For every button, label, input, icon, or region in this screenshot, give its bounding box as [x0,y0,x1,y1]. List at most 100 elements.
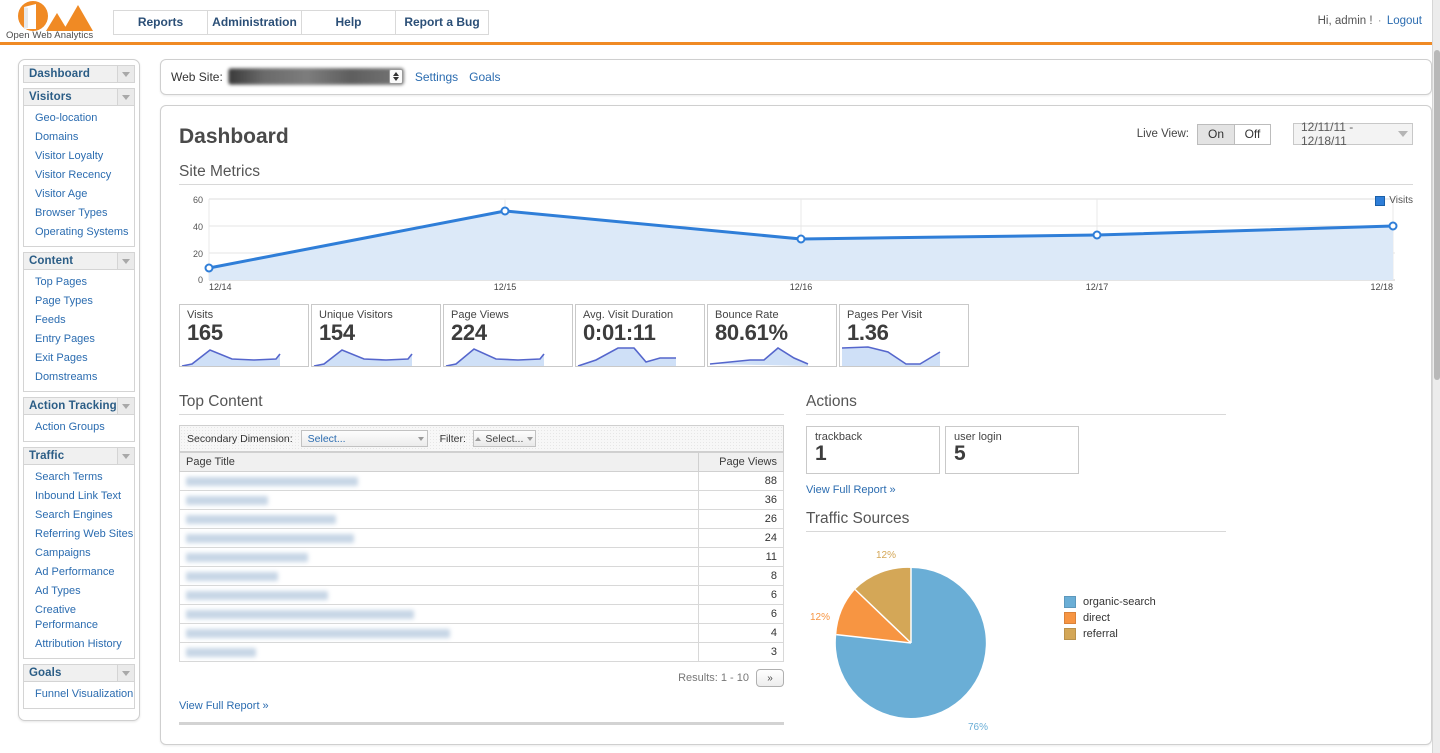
nav-reports[interactable]: Reports [113,10,207,35]
website-select-wrapper[interactable] [228,68,404,87]
live-view-off-button[interactable]: Off [1234,124,1271,145]
cell-page-title[interactable] [180,491,699,510]
chevron-down-icon[interactable] [117,89,134,105]
metric-value: 1.36 [840,321,968,344]
nav-help[interactable]: Help [301,10,395,35]
table-row[interactable]: 36 [180,491,784,510]
page-scrollbar[interactable] [1432,0,1440,753]
nav-administration[interactable]: Administration [207,10,301,35]
table-row[interactable]: 8 [180,567,784,586]
sidebar-item-search-engines[interactable]: Search Engines [24,506,134,525]
table-row[interactable]: 3 [180,643,784,662]
secondary-dimension-select[interactable]: Select... [301,430,428,447]
column-header-page-views[interactable]: Page Views [699,453,784,472]
table-row[interactable]: 26 [180,510,784,529]
sidebar-section-header-action-tracking[interactable]: Action Tracking [23,397,135,415]
divider [179,184,1413,185]
chevron-down-icon[interactable] [117,398,134,414]
site-settings-link[interactable]: Settings [415,70,458,84]
site-goals-link[interactable]: Goals [469,70,500,84]
stepper-arrows-icon[interactable] [389,69,403,84]
cell-page-title[interactable] [180,643,699,662]
sidebar-item-inbound-link-text[interactable]: Inbound Link Text [24,487,134,506]
sidebar-section-header-traffic[interactable]: Traffic [23,447,135,465]
website-selector-bar: Web Site: Settings Goals [160,59,1432,95]
top-content-view-full-report-link[interactable]: View Full Report » [179,700,269,712]
table-row[interactable]: 11 [180,548,784,567]
svg-text:12%: 12% [810,612,830,623]
svg-text:12/15: 12/15 [494,282,517,291]
sidebar-item-geo-location[interactable]: Geo-location [24,109,134,128]
cell-page-title[interactable] [180,624,699,643]
next-page-button[interactable]: » [756,669,784,687]
table-row[interactable]: 24 [180,529,784,548]
cell-page-title[interactable] [180,586,699,605]
sidebar-item-campaigns[interactable]: Campaigns [24,544,134,563]
sidebar-item-domains[interactable]: Domains [24,128,134,147]
filter-select[interactable]: Select... [473,430,536,447]
app-logo[interactable]: Open Web Analytics [2,0,112,45]
nav-report-a-bug[interactable]: Report a Bug [395,10,489,35]
sidebar-item-entry-pages[interactable]: Entry Pages [24,330,134,349]
cell-page-views: 11 [699,548,784,567]
scrollbar-thumb[interactable] [1434,50,1440,380]
sidebar-item-page-types[interactable]: Page Types [24,292,134,311]
sidebar-item-feeds[interactable]: Feeds [24,311,134,330]
chevron-down-icon[interactable] [117,448,134,464]
table-row[interactable]: 6 [180,605,784,624]
metric-card-avg-visit-duration[interactable]: Avg. Visit Duration 0:01:11 [575,304,705,367]
sidebar-item-attribution-history[interactable]: Attribution History [24,635,134,654]
sidebar-section-visitors: Visitors Geo-location Domains Visitor Lo… [23,88,135,247]
action-card-user-login[interactable]: user login 5 [945,426,1079,474]
sidebar-item-funnel-visualization[interactable]: Funnel Visualization [24,685,134,704]
sidebar-item-domstreams[interactable]: Domstreams [24,368,134,387]
sidebar-item-visitor-age[interactable]: Visitor Age [24,185,134,204]
sidebar-item-creative-performance[interactable]: Creative Performance [24,601,134,635]
sidebar-item-top-pages[interactable]: Top Pages [24,273,134,292]
sidebar-section-header-content[interactable]: Content [23,252,135,270]
metric-card-page-views[interactable]: Page Views 224 [443,304,573,367]
cell-page-title[interactable] [180,472,699,491]
chevron-down-icon[interactable] [117,665,134,681]
metric-card-pages-per-visit[interactable]: Pages Per Visit 1.36 [839,304,969,367]
website-select[interactable] [228,68,404,85]
cell-page-title[interactable] [180,548,699,567]
sidebar-item-visitor-recency[interactable]: Visitor Recency [24,166,134,185]
table-row[interactable]: 88 [180,472,784,491]
sidebar-item-action-groups[interactable]: Action Groups [24,418,134,437]
sidebar-item-ad-performance[interactable]: Ad Performance [24,563,134,582]
column-header-page-title[interactable]: Page Title [180,453,699,472]
dashboard-lower-area: Top Content Secondary Dimension: Select.… [179,379,1413,738]
sidebar-item-search-terms[interactable]: Search Terms [24,468,134,487]
legend-label-organic-search: organic-search [1083,596,1156,608]
sidebar-section-header-goals[interactable]: Goals [23,664,135,682]
chevron-down-icon[interactable] [117,253,134,269]
chevron-down-icon[interactable] [117,66,134,82]
sidebar-section-header-visitors[interactable]: Visitors [23,88,135,106]
actions-view-full-report-link[interactable]: View Full Report » [806,484,896,496]
sidebar-item-exit-pages[interactable]: Exit Pages [24,349,134,368]
logout-link[interactable]: Logout [1387,15,1422,27]
cell-page-title[interactable] [180,529,699,548]
sidebar-item-visitor-loyalty[interactable]: Visitor Loyalty [24,147,134,166]
metric-card-unique-visitors[interactable]: Unique Visitors 154 [311,304,441,367]
sidebar-item-referring-web-sites[interactable]: Referring Web Sites [24,525,134,544]
cell-page-title[interactable] [180,567,699,586]
sidebar-item-browser-types[interactable]: Browser Types [24,204,134,223]
table-row[interactable]: 6 [180,586,784,605]
sidebar-item-dashboard[interactable]: Dashboard [23,65,135,83]
cell-page-views: 3 [699,643,784,662]
sidebar-item-operating-systems[interactable]: Operating Systems [24,223,134,242]
cell-page-title[interactable] [180,510,699,529]
metric-card-visits[interactable]: Visits 165 [179,304,309,367]
date-range-picker[interactable]: 12/11/11 - 12/18/11 [1293,123,1413,145]
chevron-down-icon [418,437,424,441]
sidebar-section-goals: Goals Funnel Visualization [23,664,135,709]
metric-card-bounce-rate[interactable]: Bounce Rate 80.61% [707,304,837,367]
table-row[interactable]: 4 [180,624,784,643]
live-view-toggle: On Off [1197,124,1271,145]
cell-page-title[interactable] [180,605,699,624]
live-view-on-button[interactable]: On [1197,124,1234,145]
action-card-trackback[interactable]: trackback 1 [806,426,940,474]
sidebar-item-ad-types[interactable]: Ad Types [24,582,134,601]
